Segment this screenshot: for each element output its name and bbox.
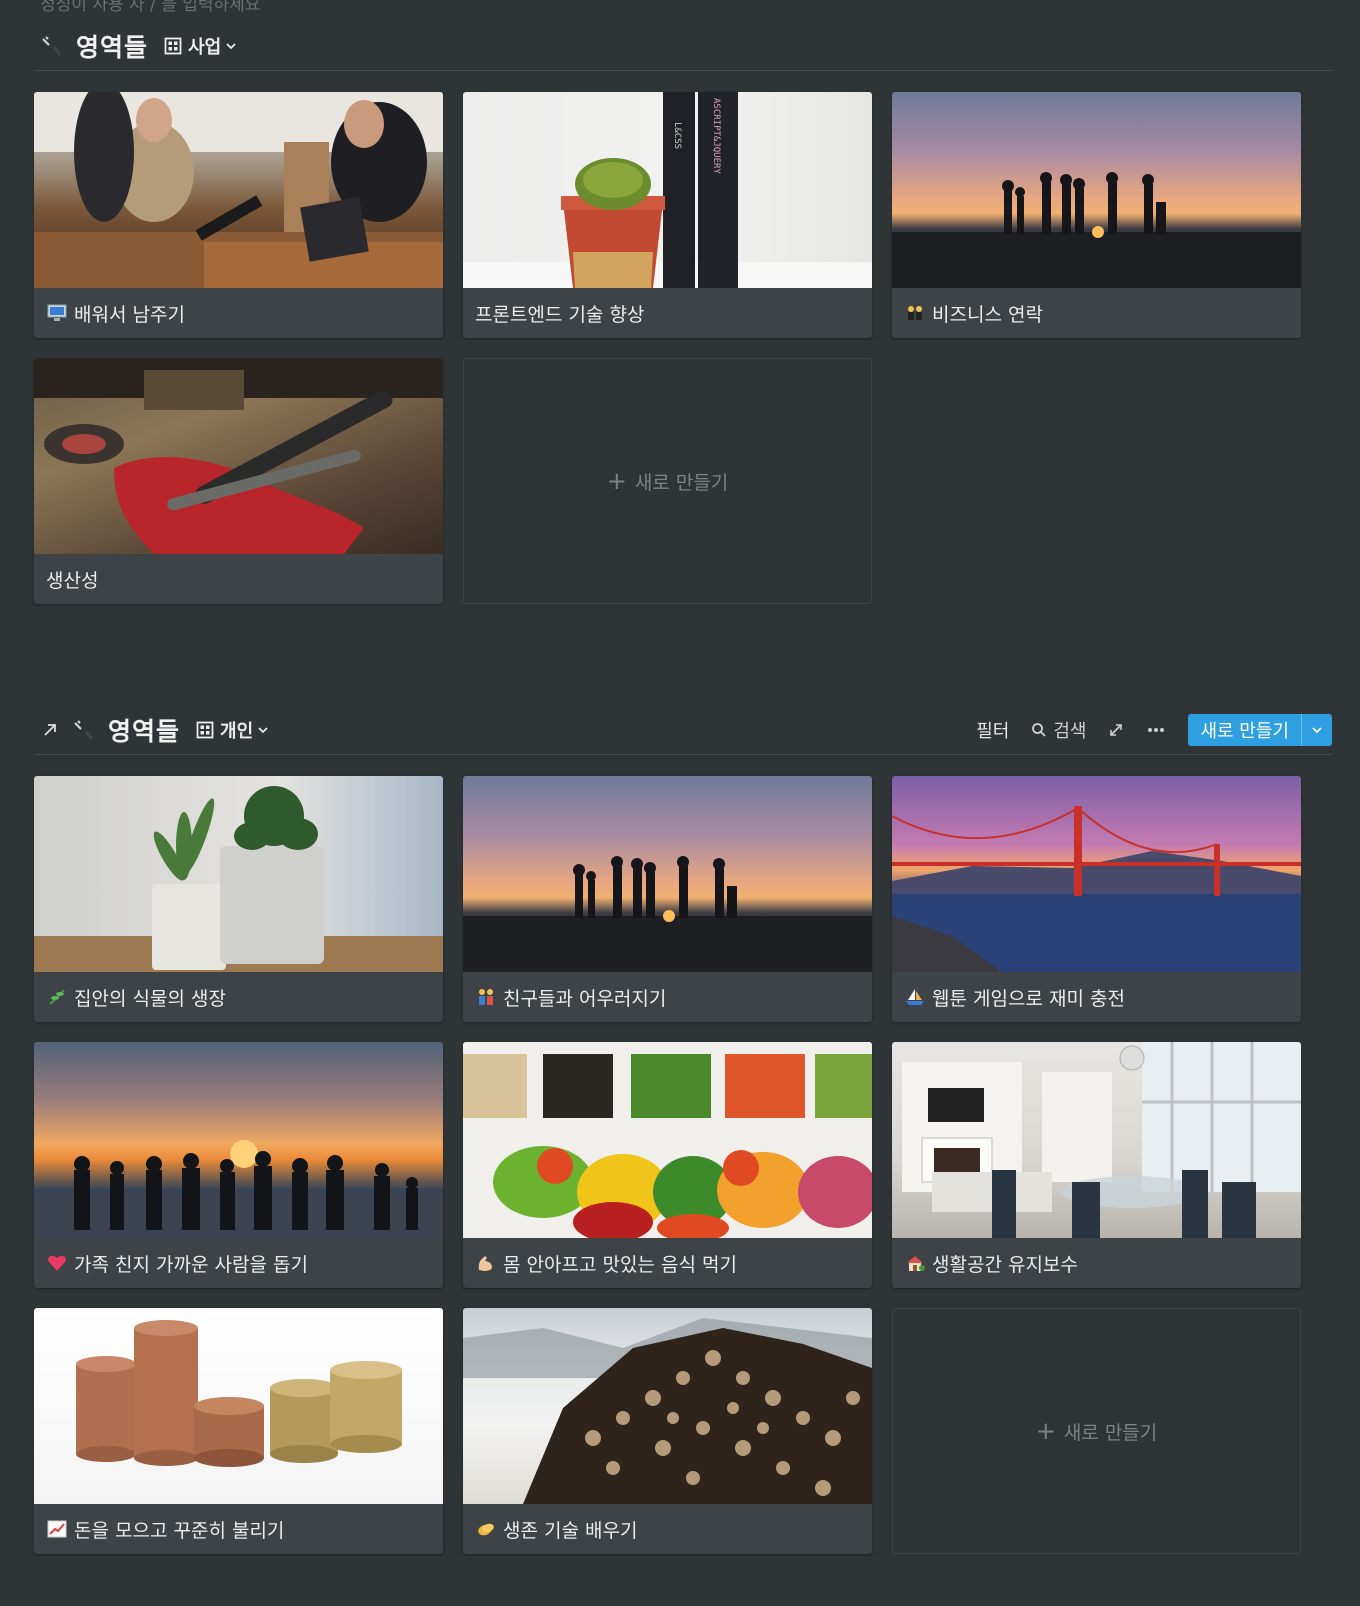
chevron-down-icon	[1312, 727, 1322, 734]
card-title: 웹툰 게임으로 재미 충전	[892, 972, 1301, 1022]
gallery-view-icon	[164, 37, 182, 55]
chevron-down-icon	[226, 43, 236, 50]
gallery-card[interactable]: 생활공간 유지보수	[892, 1042, 1301, 1288]
business-view-switch[interactable]: 사업	[164, 33, 237, 59]
personal-view-switch[interactable]: 개인	[196, 717, 269, 743]
card-cover-image: L&CSS ASCRIPT&JQUERY	[463, 92, 872, 288]
couple-icon	[475, 986, 497, 1008]
card-title: 생산성	[34, 554, 443, 604]
business-gallery: 배워서 남주기 L&CSS ASCRIPT&JQUERY 프론트엔드 기술 향상…	[34, 92, 1332, 604]
card-title: 친구들과 어우러지기	[463, 972, 872, 1022]
new-card-label: 새로 만들기	[634, 471, 729, 494]
business-section-title: 영역들	[76, 33, 149, 62]
card-cover-image	[34, 776, 443, 972]
chart-increasing-icon	[46, 1518, 68, 1540]
chevron-down-icon	[258, 727, 268, 734]
gallery-card[interactable]: 배워서 남주기	[34, 92, 443, 338]
search-icon	[1032, 723, 1046, 737]
search-label: 검색	[1053, 721, 1087, 742]
svg-text:ASCRIPT&JQUERY: ASCRIPT&JQUERY	[711, 98, 721, 174]
card-title-text: 돈을 모으고 꾸준히 불리기	[74, 1519, 285, 1542]
card-title-text: 몸 안아프고 맛있는 음식 먹기	[503, 1253, 737, 1276]
business-areas-section: 영역들 사업 배워서 남주기 L&CSS ASCRIPT&JQUERY 프론트엔…	[34, 22, 1332, 604]
computer-icon	[46, 302, 68, 324]
new-button-dropdown[interactable]	[1301, 714, 1332, 746]
new-card-button[interactable]: + 새로 만들기	[892, 1308, 1301, 1554]
card-title: 생존 기술 배우기	[463, 1504, 872, 1554]
personal-areas-section: 영역들 개인 필터 검색 새로 만들기 집안의 식물의 생장 친구들과 어우러지…	[34, 706, 1332, 1554]
card-title: 생활공간 유지보수	[892, 1238, 1301, 1288]
filter-button[interactable]: 필터	[976, 717, 1009, 743]
more-icon[interactable]	[1146, 722, 1166, 738]
card-cover-image	[892, 1042, 1301, 1238]
sparkling-heart-icon	[46, 1252, 68, 1274]
new-button-label[interactable]: 새로 만들기	[1188, 714, 1301, 746]
personal-section-title: 영역들	[108, 717, 181, 746]
gallery-card[interactable]: 친구들과 어우러지기	[463, 776, 872, 1022]
database-icon	[74, 720, 94, 740]
card-title-text: 웹툰 게임으로 재미 충전	[932, 987, 1125, 1010]
new-button[interactable]: 새로 만들기	[1188, 714, 1332, 746]
search-button[interactable]: 검색	[1031, 717, 1086, 743]
card-title: 돈을 모으고 꾸준히 불리기	[34, 1504, 443, 1554]
card-title-text: 배워서 남주기	[74, 303, 185, 326]
arrow-up-right-icon[interactable]	[42, 722, 58, 738]
personal-view-label: 개인	[220, 721, 254, 742]
new-card-button[interactable]: + 새로 만들기	[463, 358, 872, 604]
gallery-card[interactable]: 몸 안아프고 맛있는 음식 먹기	[463, 1042, 872, 1288]
personal-gallery: 집안의 식물의 생장 친구들과 어우러지기 웹툰 게임으로 재미 충전 가족 친…	[34, 776, 1332, 1554]
new-card-label: 새로 만들기	[1063, 1421, 1158, 1444]
card-title-text: 집안의 식물의 생장	[74, 987, 226, 1010]
breadcrumb-cut: 정성이 사용 자 / 을 입력하세요	[40, 0, 261, 15]
plus-icon: +	[606, 467, 627, 495]
card-cover-image	[892, 92, 1301, 288]
gallery-card[interactable]: 생산성	[34, 358, 443, 604]
card-title-text: 프론트엔드 기술 향상	[475, 303, 645, 326]
card-title-text: 생존 기술 배우기	[503, 1519, 638, 1542]
card-title: 프론트엔드 기술 향상	[463, 288, 872, 338]
gallery-card[interactable]: 돈을 모으고 꾸준히 불리기	[34, 1308, 443, 1554]
card-title-text: 비즈니스 연락	[932, 303, 1043, 326]
card-cover-image	[34, 92, 443, 288]
expand-icon[interactable]	[1108, 722, 1124, 738]
gallery-card[interactable]: L&CSS ASCRIPT&JQUERY 프론트엔드 기술 향상	[463, 92, 872, 338]
gallery-card[interactable]: 집안의 식물의 생장	[34, 776, 443, 1022]
card-cover-image	[463, 1042, 872, 1238]
sailboat-icon	[904, 986, 926, 1008]
card-cover-image	[463, 776, 872, 972]
business-view-label: 사업	[188, 37, 222, 58]
gallery-card[interactable]: 생존 기술 배우기	[463, 1308, 872, 1554]
dancers-icon	[904, 302, 926, 324]
business-section-header: 영역들 사업	[34, 22, 1332, 71]
database-icon	[42, 36, 62, 56]
personal-section-header: 영역들 개인 필터 검색 새로 만들기	[34, 706, 1332, 755]
herb-icon	[46, 986, 68, 1008]
svg-text:L&CSS: L&CSS	[672, 122, 682, 149]
card-cover-image	[463, 1308, 872, 1504]
card-title: 집안의 식물의 생장	[34, 972, 443, 1022]
card-cover-image	[892, 776, 1301, 972]
card-title: 몸 안아프고 맛있는 음식 먹기	[463, 1238, 872, 1288]
card-title-text: 생활공간 유지보수	[932, 1253, 1078, 1276]
gallery-card[interactable]: 비즈니스 연락	[892, 92, 1301, 338]
gallery-card[interactable]: 가족 친지 가까운 사람을 돕기	[34, 1042, 443, 1288]
card-title-text: 생산성	[46, 569, 99, 592]
card-title: 배워서 남주기	[34, 288, 443, 338]
card-title-text: 친구들과 어우러지기	[503, 987, 667, 1010]
gallery-card[interactable]: 웹툰 게임으로 재미 충전	[892, 776, 1301, 1022]
clapping-hands-icon	[475, 1518, 497, 1540]
plus-icon: +	[1035, 1417, 1056, 1445]
gallery-view-icon	[196, 721, 214, 739]
database-toolbar: 필터 검색 새로 만들기	[976, 714, 1332, 746]
card-cover-image	[34, 358, 443, 554]
flexed-biceps-icon	[475, 1252, 497, 1274]
card-title-text: 가족 친지 가까운 사람을 돕기	[74, 1253, 308, 1276]
card-title: 가족 친지 가까운 사람을 돕기	[34, 1238, 443, 1288]
card-cover-image	[34, 1042, 443, 1238]
card-title: 비즈니스 연락	[892, 288, 1301, 338]
card-cover-image	[34, 1308, 443, 1504]
house-with-garden-icon	[904, 1252, 926, 1274]
